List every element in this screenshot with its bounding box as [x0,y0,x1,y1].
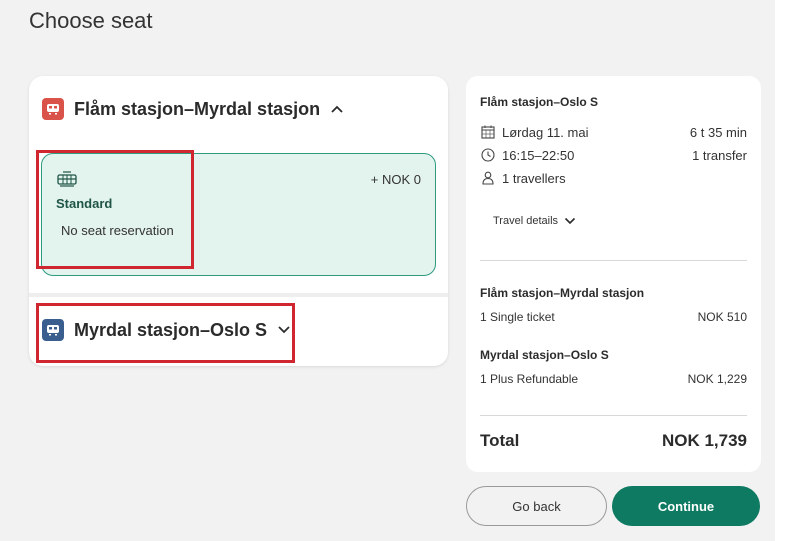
summary-total-row: Total NOK 1,739 [480,431,747,451]
total-label: Total [480,431,520,450]
seat-class-name: Standard [56,196,113,211]
leg-header-myrdal-oslo[interactable]: Myrdal stasjon–Oslo S [42,319,291,341]
summary-travellers: 1 travellers [502,170,566,186]
continue-button[interactable]: Continue [612,486,760,526]
summary-travellers-row: 1 travellers [480,170,747,186]
travel-details-label: Travel details [493,215,559,227]
summary-date-row: Lørdag 11. mai 6 t 35 min [480,124,747,140]
seat-option-standard[interactable]: + NOK 0 Standard No seat reservation [41,153,436,276]
total-amount: NOK 1,739 [661,431,747,450]
summary-time: 16:15–22:50 [502,147,575,163]
summary-leg-title: Myrdal stasjon–Oslo S [480,348,609,362]
seat-price: + NOK 0 [370,172,421,187]
train-icon [42,319,64,341]
summary-leg-row: 1 Single ticket NOK 510 [480,310,747,324]
summary-divider [480,260,747,261]
train-icon [42,98,64,120]
calendar-icon [480,124,496,140]
page-title: Choose seat [29,8,153,33]
summary-leg-row: 1 Plus Refundable NOK 1,229 [480,372,747,386]
summary-leg-title: Flåm stasjon–Myrdal stasjon [480,286,645,300]
summary-duration: 6 t 35 min [689,124,747,140]
chevron-down-icon [564,217,576,225]
leg-title: Flåm stasjon–Myrdal stasjon [74,98,321,119]
summary-time-row: 16:15–22:50 1 transfer [480,147,747,163]
trip-summary-card: Flåm stasjon–Oslo S Lørdag 11. mai 6 t 3… [466,76,761,472]
clock-icon [480,147,496,163]
leg-header-flam-myrdal[interactable]: Flåm stasjon–Myrdal stasjon [42,98,344,120]
summary-route: Flåm stasjon–Oslo S [480,95,599,109]
summary-date: Lørdag 11. mai [502,124,589,140]
legs-card: Flåm stasjon–Myrdal stasjon + NOK 0 Stan… [29,76,448,366]
train-seat-icon [57,171,77,192]
chevron-down-icon[interactable] [277,325,291,335]
go-back-button[interactable]: Go back [466,486,607,526]
summary-leg-ticket: 1 Plus Refundable [480,372,579,386]
person-icon [480,170,496,186]
seat-description: No seat reservation [61,223,174,238]
leg-title: Myrdal stasjon–Oslo S [74,319,268,340]
travel-details-toggle[interactable]: Travel details [493,215,576,227]
summary-leg-ticket: 1 Single ticket [480,310,555,324]
summary-leg-price: NOK 510 [697,310,747,324]
chevron-up-icon[interactable] [330,104,344,114]
summary-leg-price: NOK 1,229 [687,372,747,386]
leg-divider [29,293,448,297]
summary-divider [480,415,747,416]
summary-transfers: 1 transfer [692,147,747,163]
